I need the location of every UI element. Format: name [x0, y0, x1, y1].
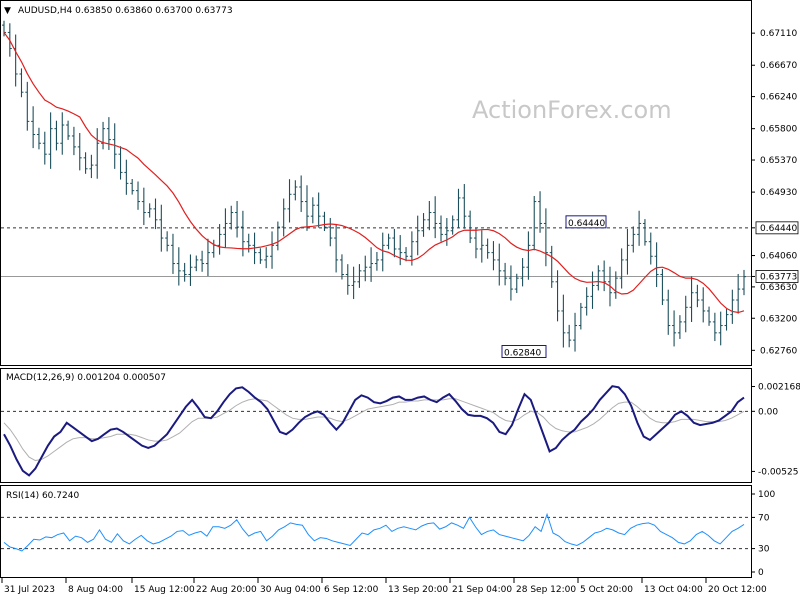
price-axis-label: 0.63200	[760, 314, 797, 324]
rsi-panel-frame	[0, 485, 752, 578]
annotation-label-high: 0.64440	[568, 219, 605, 229]
rsi-axis-label: 100	[758, 490, 775, 500]
rsi-axis-label: 30	[758, 545, 770, 555]
rsi-line	[3, 512, 745, 552]
time-axis-label: 22 Aug 20:00	[196, 585, 257, 595]
time-axis-label: 8 Aug 04:00	[68, 585, 123, 595]
macd-header: MACD(12,26,9) 0.001204 0.000507	[6, 373, 166, 383]
time-axis-label: 30 Aug 04:00	[260, 585, 321, 595]
watermark: ActionForex.com	[472, 96, 672, 124]
time-axis-label: 15 Aug 12:00	[134, 585, 195, 595]
price-axis-label: 0.67110	[760, 29, 797, 39]
time-axis-label: 20 Oct 12:00	[708, 585, 767, 595]
forex-chart: ActionForex.com ▼ AUDUSD,H4 0.63850 0.63…	[0, 0, 800, 595]
price-axis-label: 0.66240	[760, 93, 797, 103]
price-axis-label: 0.65370	[760, 156, 797, 166]
macd-axis-label: 0.002168	[758, 383, 800, 393]
price-axis-label: 0.63773	[760, 272, 797, 282]
time-axis-label: 21 Sep 04:00	[452, 585, 512, 595]
macd-plot	[1, 385, 751, 477]
time-axis-label: 5 Oct 20:00	[580, 585, 633, 595]
price-axis-label: 0.65800	[760, 125, 797, 135]
price-axis-label: 0.64930	[760, 188, 797, 198]
price-axis-label: 0.64060	[760, 252, 797, 262]
axes: 0.67110 0.66670 0.66240 0.65800 0.65370 0.649…	[1, 29, 800, 595]
main-panel-frame	[0, 0, 752, 366]
time-axis-label: 13 Sep 20:00	[388, 585, 448, 595]
annotation-label-low: 0.62840	[504, 349, 541, 359]
rsi-axis-label: 70	[758, 513, 770, 523]
macd-line	[3, 385, 745, 477]
price-plot: 0.64440 0.62840	[1, 20, 751, 359]
macd-axis-label: 0.00	[758, 407, 778, 417]
rsi-plot	[1, 512, 751, 552]
time-axis-label: 31 Jul 2023	[4, 585, 55, 595]
macd-axis-label: -0.00525	[758, 467, 798, 477]
time-axis-label: 6 Sep 12:00	[324, 585, 379, 595]
moving-average-line	[3, 32, 745, 314]
price-axis-label: 0.62760	[760, 346, 797, 356]
main-header-arrow: ▼	[4, 6, 11, 16]
price-axis-label: 0.66670	[760, 61, 797, 71]
main-header: AUDUSD,H4 0.63850 0.63860 0.63700 0.6377…	[18, 6, 233, 16]
rsi-header: RSI(14) 60.7240	[6, 491, 79, 501]
price-axis-label: 0.64440	[760, 224, 797, 234]
time-axis-label: 28 Sep 12:00	[516, 585, 576, 595]
rsi-axis-label: 0	[758, 568, 764, 578]
time-axis-label: 13 Oct 04:00	[644, 585, 703, 595]
price-axis-label: 0.63630	[760, 283, 797, 293]
